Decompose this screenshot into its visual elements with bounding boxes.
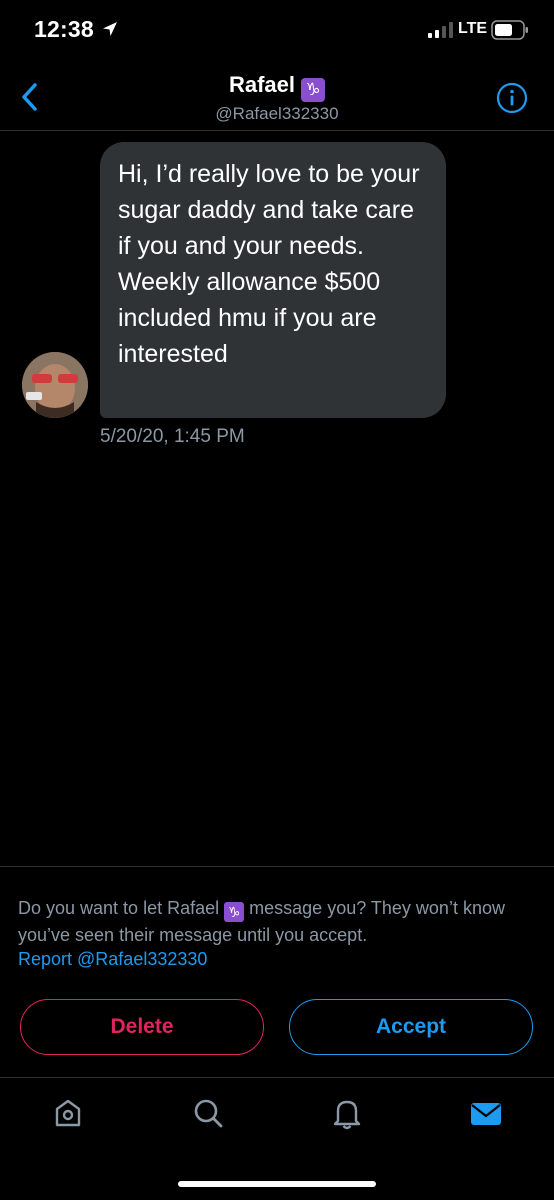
- battery-icon: [491, 20, 528, 40]
- messages-icon[interactable]: [468, 1095, 504, 1131]
- capricorn-icon: ♑: [224, 902, 245, 922]
- home-icon[interactable]: [50, 1095, 86, 1131]
- report-link[interactable]: Report @Rafael332330: [18, 949, 207, 970]
- message-request-panel: Do you want to let Rafael ♑ message you?…: [0, 866, 554, 1078]
- message-bubble[interactable]: Hi, I’d really love to be your sugar dad…: [100, 142, 446, 418]
- contact-title[interactable]: Rafael ♑: [0, 72, 554, 102]
- contact-name: Rafael: [228, 72, 296, 97]
- signal-icon: [428, 22, 453, 38]
- avatar[interactable]: [22, 352, 88, 418]
- location-arrow-icon: [103, 22, 117, 36]
- request-prompt-start: Do you want to let Rafael: [18, 898, 220, 918]
- status-bar: 12:38 LTE: [0, 0, 554, 60]
- notifications-icon[interactable]: [329, 1095, 365, 1131]
- contact-handle: @Rafael332330: [215, 104, 339, 123]
- message-timestamp: 5/20/20, 1:45 PM: [100, 426, 245, 447]
- capricorn-icon: ♑: [301, 78, 326, 102]
- request-prompt: Do you want to let Rafael ♑ message you?…: [18, 895, 538, 949]
- accept-button[interactable]: Accept: [289, 999, 533, 1055]
- delete-button[interactable]: Delete: [20, 999, 264, 1055]
- status-time: 12:38: [34, 16, 94, 42]
- search-icon[interactable]: [190, 1095, 226, 1131]
- info-icon[interactable]: [496, 82, 528, 114]
- conversation-header: Rafael ♑ @Rafael332330: [0, 60, 554, 131]
- avatar-image: [22, 352, 88, 418]
- network-type: LTE: [458, 20, 488, 37]
- home-indicator[interactable]: [178, 1181, 376, 1187]
